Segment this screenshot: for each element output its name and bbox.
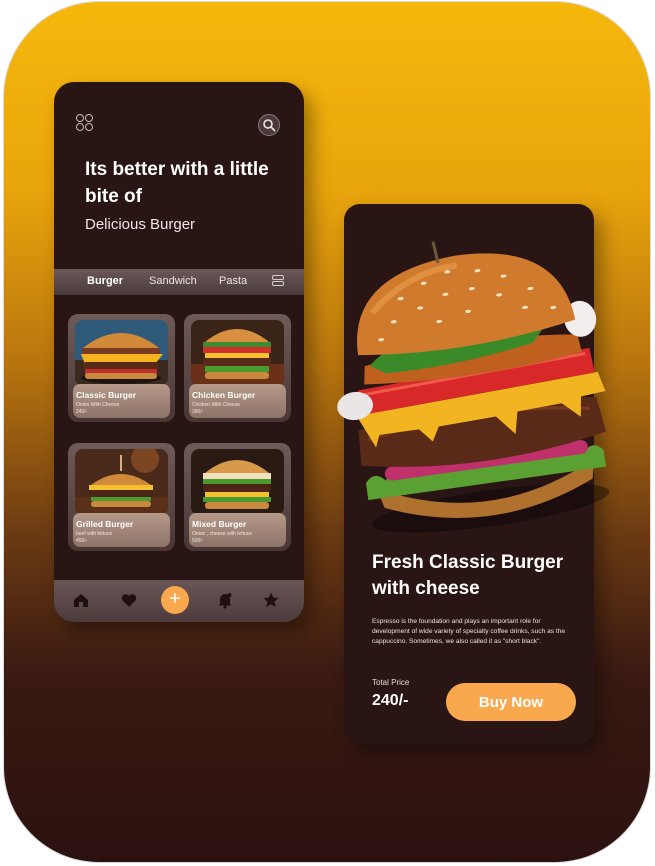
home-subheadline: Delicious Burger: [85, 216, 196, 233]
food-card-price: 390/-: [192, 409, 204, 415]
total-price-value: 240/-: [372, 692, 409, 709]
tab-pasta[interactable]: Pasta: [219, 275, 247, 287]
food-card-description: beef with lettuce: [76, 531, 113, 537]
food-card-description: Onion With Cheese: [76, 402, 120, 408]
add-button[interactable]: +: [161, 586, 189, 614]
tab-burger[interactable]: Burger: [87, 275, 123, 287]
food-card-description: Onion , cheese with lettuce: [192, 531, 253, 537]
burger-photo: [191, 320, 284, 386]
food-card-name: Classic Burger: [76, 390, 136, 400]
food-card-grilled-burger[interactable]: Grilled Burger beef with lettuce 450/-: [68, 443, 175, 551]
bell-icon[interactable]: [216, 591, 234, 609]
bottom-navigation: +: [54, 580, 304, 622]
tab-sandwich[interactable]: Sandwich: [149, 275, 197, 287]
food-card-mixed-burger[interactable]: Mixed Burger Onion , cheese with lettuce…: [184, 443, 291, 551]
burger-photo: [191, 449, 284, 515]
star-icon[interactable]: [262, 591, 280, 609]
home-screen: Its better with a little bite of Delicio…: [54, 82, 304, 622]
search-button[interactable]: [258, 114, 280, 136]
grid-menu-icon[interactable]: [76, 114, 94, 132]
food-card-name: Grilled Burger: [76, 519, 134, 529]
burger-photo: [75, 320, 168, 386]
total-price-label: Total Price: [372, 678, 410, 687]
food-card-name: Mixed Burger: [192, 519, 247, 529]
food-card-price: 450/-: [76, 538, 88, 544]
buy-now-button[interactable]: Buy Now: [446, 683, 576, 721]
product-title: Fresh Classic Burger with cheese: [372, 552, 564, 599]
food-card-name: Chicken Burger: [192, 390, 256, 400]
home-headline: Its better with a little bite of: [85, 159, 269, 207]
burger-hero-image: [337, 241, 610, 533]
food-card-price: 240/-: [76, 409, 88, 415]
food-card-classic-burger[interactable]: Classic Burger Onion With Cheese 240/-: [68, 314, 175, 422]
list-menu-icon[interactable]: [272, 275, 284, 287]
food-card-description: Chicken With Cheese: [192, 402, 241, 408]
search-icon: [263, 119, 276, 132]
product-description: Espresso is the foundation and plays an …: [372, 618, 566, 645]
food-card-price: 500/-: [192, 538, 204, 544]
burger-photo: [75, 449, 168, 515]
home-icon[interactable]: [72, 591, 90, 609]
food-card-chicken-burger[interactable]: Chicken Burger Chicken With Cheese 390/-: [184, 314, 291, 422]
category-tabs: Burger Sandwich Pasta: [54, 269, 304, 295]
heart-icon[interactable]: [120, 591, 138, 609]
